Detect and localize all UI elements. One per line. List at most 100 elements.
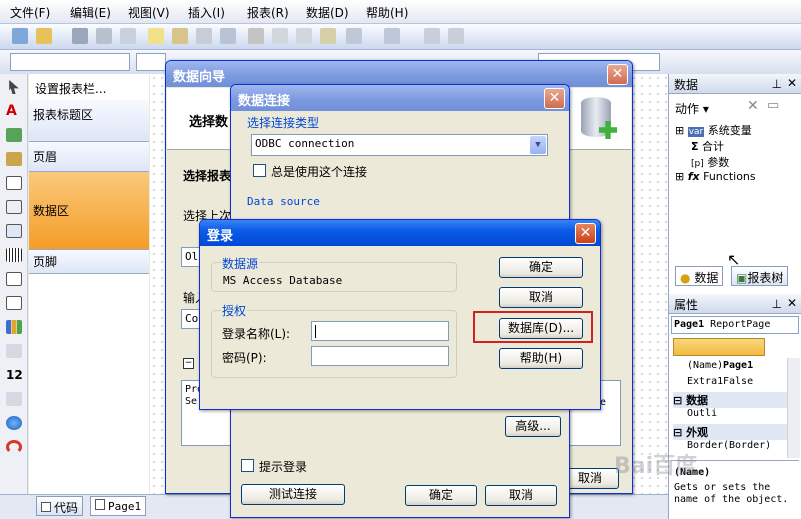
- band-icon[interactable]: [6, 152, 22, 166]
- object-selector[interactable]: Page1 ReportPage: [671, 316, 799, 334]
- ungroup-icon[interactable]: [448, 28, 464, 44]
- database-button[interactable]: 数据库(D)...: [499, 318, 583, 339]
- preview-icon[interactable]: [120, 28, 136, 44]
- menu-data[interactable]: 数据(D): [306, 4, 349, 21]
- redo-icon[interactable]: [384, 28, 400, 44]
- menu-file[interactable]: 文件(F): [10, 4, 50, 21]
- wizard-close-button[interactable]: ✕: [607, 64, 628, 85]
- pointer-icon[interactable]: [9, 80, 19, 94]
- always-use-checkbox[interactable]: [253, 164, 266, 177]
- font-name-combo[interactable]: [10, 53, 130, 71]
- test-connection-button[interactable]: 测试连接: [241, 484, 345, 505]
- prop-row-extra[interactable]: Extra1 False: [673, 376, 787, 392]
- prop-category-appearance[interactable]: ⊟ 外观: [673, 424, 787, 440]
- band-page-footer[interactable]: 页脚: [29, 250, 149, 274]
- advanced-button[interactable]: 高级...: [505, 416, 561, 437]
- login-cancel-button[interactable]: 取消: [499, 287, 583, 308]
- text-object-icon[interactable]: A: [6, 104, 22, 118]
- menu-help[interactable]: 帮助(H): [366, 4, 408, 21]
- menu-edit[interactable]: 编辑(E): [70, 4, 111, 21]
- menu-view[interactable]: 视图(V): [128, 4, 170, 21]
- tree-item-totals[interactable]: Σ 合计: [691, 138, 724, 154]
- tab-page1[interactable]: Page1: [90, 496, 147, 516]
- sum-icon: Σ: [691, 140, 699, 153]
- edit-icon[interactable]: ▭: [767, 98, 779, 113]
- tree-item-functions[interactable]: ⊞ fx Functions: [675, 170, 756, 183]
- menu-insert[interactable]: 插入(I): [188, 4, 225, 21]
- datasource-value: MS Access Database: [223, 274, 343, 287]
- login-close-button[interactable]: ✕: [575, 223, 596, 244]
- help-label: 帮助(H): [519, 351, 563, 365]
- cut-icon[interactable]: [248, 28, 264, 44]
- username-input[interactable]: [311, 321, 449, 341]
- picture-icon[interactable]: [6, 128, 22, 142]
- new-report-icon[interactable]: [12, 28, 28, 44]
- pin-icon[interactable]: ⊥: [772, 77, 782, 91]
- close-icon[interactable]: ✕: [787, 296, 797, 310]
- login-ok-label: 确定: [528, 260, 553, 274]
- zip-code-icon[interactable]: 12: [6, 368, 23, 382]
- shape-icon[interactable]: [6, 392, 22, 406]
- map-icon[interactable]: [6, 416, 22, 430]
- pin-icon[interactable]: ⊥: [772, 297, 782, 311]
- tab-data[interactable]: ● 数据: [675, 266, 724, 286]
- delete-icon[interactable]: ✕: [747, 98, 759, 114]
- close-icon[interactable]: ✕: [787, 76, 797, 90]
- password-input[interactable]: [311, 346, 449, 366]
- save-icon[interactable]: [72, 28, 88, 44]
- login-ok-button[interactable]: 确定: [499, 257, 583, 278]
- group-icon[interactable]: [424, 28, 440, 44]
- prop-category-data[interactable]: ⊟ 数据: [673, 392, 787, 408]
- format-painter-icon[interactable]: [320, 28, 336, 44]
- paste-icon[interactable]: [296, 28, 312, 44]
- conn-ok-label: 确定: [428, 488, 453, 502]
- conn-ok-button[interactable]: 确定: [405, 485, 477, 506]
- username-label: 登录名称(L):: [222, 327, 291, 341]
- band-report-title[interactable]: 报表标题区: [29, 100, 149, 142]
- open-icon[interactable]: [36, 28, 52, 44]
- props-scrollbar[interactable]: [787, 358, 800, 458]
- checkbox-object-icon[interactable]: [6, 296, 22, 310]
- conn-titlebar: 数据连接: [231, 85, 569, 111]
- setup-bands-link[interactable]: 设置报表栏...: [35, 80, 106, 97]
- tab-code[interactable]: 代码: [36, 496, 84, 516]
- print-icon[interactable]: [96, 28, 112, 44]
- prop-row-outline[interactable]: Outli: [673, 408, 787, 424]
- tree-item-params[interactable]: [p] 参数: [691, 154, 729, 170]
- prompt-login-checkbox[interactable]: [241, 459, 254, 472]
- band-page-header[interactable]: 页眉: [29, 142, 149, 172]
- properties-icon[interactable]: [220, 28, 236, 44]
- tree-label: Functions: [703, 170, 756, 183]
- delete-page-icon[interactable]: [196, 28, 212, 44]
- line-icon[interactable]: [6, 344, 22, 358]
- actions-menu[interactable]: 动作 ▾: [675, 100, 709, 117]
- chart-icon[interactable]: [6, 320, 22, 334]
- band-data-label: 数据区: [33, 204, 70, 218]
- page-icon[interactable]: [148, 28, 164, 44]
- rich-text-icon[interactable]: [6, 272, 22, 286]
- tree-item-system-vars[interactable]: ⊞ var 系统变量: [675, 122, 752, 138]
- page-setup-icon[interactable]: [172, 28, 188, 44]
- band-data[interactable]: 数据区: [29, 172, 149, 250]
- advanced-label: 高级...: [515, 419, 551, 433]
- login-help-button[interactable]: 帮助(H): [499, 348, 583, 369]
- undo-icon[interactable]: [346, 28, 362, 44]
- chevron-down-icon[interactable]: ▼: [530, 136, 546, 154]
- barcode-icon[interactable]: [6, 248, 22, 262]
- conn-close-button[interactable]: ✕: [544, 88, 565, 109]
- conn-title: 数据连接: [238, 94, 291, 109]
- matrix-icon[interactable]: [6, 224, 22, 238]
- conn-cancel-button[interactable]: 取消: [485, 485, 557, 506]
- copy-icon[interactable]: [272, 28, 288, 44]
- category-label: 外观: [686, 426, 709, 439]
- menu-report[interactable]: 报表(R): [247, 4, 289, 21]
- font-size-combo[interactable]: [136, 53, 166, 71]
- prop-row-name[interactable]: (Name) Page1: [673, 360, 787, 376]
- conn-type-select[interactable]: ODBC connection ▼: [251, 134, 548, 156]
- tab-report-tree[interactable]: ▣报表树: [731, 266, 789, 286]
- collapse-icon[interactable]: −: [183, 358, 194, 369]
- table-icon[interactable]: [6, 200, 22, 214]
- gauge-icon[interactable]: [6, 440, 22, 454]
- wizard-heading: 选择数: [189, 115, 229, 130]
- subreport-icon[interactable]: [6, 176, 22, 190]
